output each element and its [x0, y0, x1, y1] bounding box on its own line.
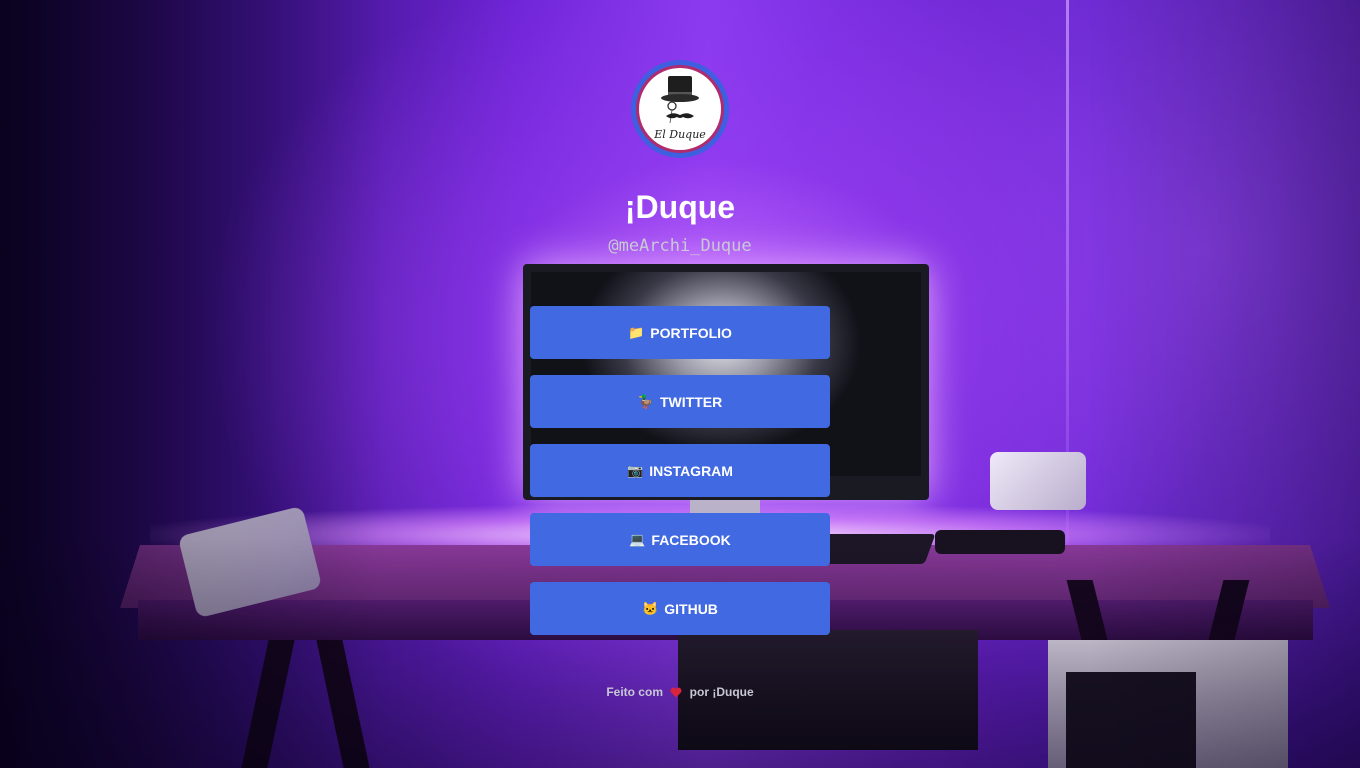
link-label: TWITTER: [659, 393, 723, 410]
laptop-icon: 💻: [629, 531, 646, 547]
footer: Feito com por ¡Duque: [480, 684, 880, 702]
heart-icon: [670, 686, 682, 702]
portfolio-link-button[interactable]: 📁 PORTFOLIO: [530, 306, 830, 359]
avatar-image: El Duque: [639, 68, 721, 150]
cat-icon: 🐱: [642, 600, 659, 616]
link-label: FACEBOOK: [651, 531, 731, 548]
profile-page: El Duque ¡Duque @meArchi_Duque 📁 PORTFOL…: [0, 0, 1360, 768]
link-label: INSTAGRAM: [649, 462, 733, 479]
folder-icon: 📁: [628, 324, 645, 340]
profile-name: ¡Duque: [624, 189, 736, 225]
twitter-link-button[interactable]: 🦆 TWITTER: [530, 375, 830, 428]
link-label: GITHUB: [664, 600, 718, 617]
link-label: PORTFOLIO: [650, 324, 732, 341]
avatar: El Duque: [631, 60, 729, 158]
footer-prefix: Feito com: [606, 685, 663, 699]
avatar-logo-text: El Duque: [654, 128, 706, 141]
profile-handle: @meArchi_Duque: [608, 236, 752, 256]
github-link-button[interactable]: 🐱 GITHUB: [530, 582, 830, 635]
bird-icon: 🦆: [637, 393, 654, 409]
footer-suffix: por ¡Duque: [689, 685, 754, 699]
instagram-link-button[interactable]: 📷 INSTAGRAM: [530, 444, 830, 497]
camera-icon: 📷: [627, 462, 644, 478]
avatar-ring: El Duque: [636, 65, 724, 153]
link-list: 📁 PORTFOLIO 🦆 TWITTER 📷 INSTAGRAM 💻 FACE…: [530, 306, 830, 651]
facebook-link-button[interactable]: 💻 FACEBOOK: [530, 513, 830, 566]
